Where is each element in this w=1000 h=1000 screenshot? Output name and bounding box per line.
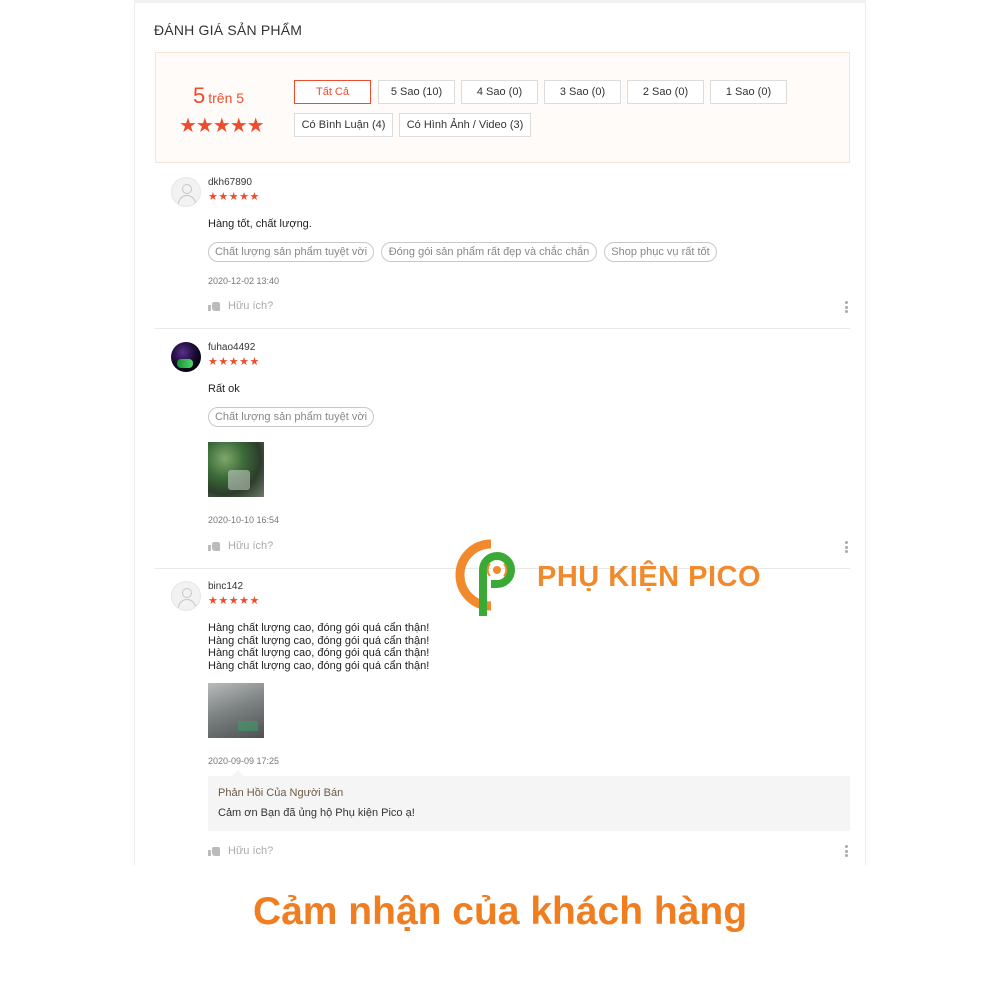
avatar	[171, 581, 201, 611]
helpful-button[interactable]: Hữu ích?	[208, 845, 273, 857]
review-tag: Chất lượng sản phẩm tuyệt vời	[208, 407, 374, 427]
helpful-button[interactable]: Hữu ích?	[208, 300, 273, 312]
review-comment-line: Hàng chất lượng cao, đóng gói quá cẩn th…	[208, 634, 430, 647]
review-time: 2020-10-10 16:54	[208, 515, 280, 525]
review-username: dkh67890	[208, 177, 252, 188]
review-comment-line: Hàng chất lượng cao, đóng gói quá cẩn th…	[208, 659, 430, 672]
filter-4-star[interactable]: 4 Sao (0)	[461, 80, 538, 104]
helpful-label: Hữu ích?	[228, 540, 274, 552]
filter-5-star[interactable]: 5 Sao (10)	[378, 80, 455, 104]
review-stars: ★★★★★	[208, 595, 260, 607]
thumbs-up-icon	[208, 301, 220, 311]
rating-overview: 5 trên 5 ★★★★★ Tất Cả 5 Sao (10) 4 Sao (0…	[155, 52, 850, 163]
top-divider	[135, 0, 865, 3]
score-suffix: trên 5	[208, 90, 245, 106]
review-tag: Chất lượng sản phẩm tuyệt vời	[208, 242, 374, 262]
caption: Cảm nhận của khách hàng	[252, 890, 748, 933]
review-username: fuhao4492	[208, 342, 256, 353]
brand-name: PHỤ KIỆN PICO	[537, 561, 762, 593]
filter-with-media[interactable]: Có Hình Ảnh / Video (3)	[399, 113, 531, 137]
review-tag: Shop phục vụ rất tốt	[604, 242, 717, 262]
more-options-icon[interactable]	[845, 845, 849, 857]
filter-with-comments[interactable]: Có Bình Luận (4)	[294, 113, 393, 137]
review-stars: ★★★★★	[208, 356, 260, 368]
score-stars: ★★★★★	[179, 115, 265, 137]
brand-watermark: PHỤ KIỆN PICO	[453, 538, 783, 620]
avatar	[171, 342, 201, 372]
helpful-label: Hữu ích?	[228, 300, 274, 312]
helpful-label: Hữu ích?	[228, 845, 274, 857]
reviews-panel: ĐÁNH GIÁ SẢN PHẨM 5 trên 5 ★★★★★ Tất Cả 5…	[134, 0, 866, 865]
review-comment-line: Hàng chất lượng cao, đóng gói quá cẩn th…	[208, 647, 430, 659]
seller-reply: Phản Hồi Của Người Bán Cảm ơn Bạn đã ủng…	[208, 770, 850, 831]
review-item: dkh67890 ★★★★★ Hàng tốt, chất lượng. Chấ…	[155, 177, 850, 329]
helpful-button[interactable]: Hữu ích?	[208, 540, 273, 552]
thumbs-up-icon	[208, 846, 220, 856]
more-options-icon[interactable]	[845, 541, 849, 553]
review-photo[interactable]	[208, 683, 264, 738]
review-photo[interactable]	[208, 442, 264, 497]
review-stars: ★★★★★	[208, 191, 260, 203]
seller-reply-body: Cảm ơn Bạn đã ủng hộ Phụ kiện Pico ạ!	[218, 807, 415, 819]
review-comment: Hàng tốt, chất lượng.	[208, 218, 312, 230]
score-value: 5	[193, 83, 206, 108]
review-item: binc142 ★★★★★ Hàng chất lượng cao, đóng …	[155, 581, 850, 865]
average-score: 5 trên 5	[193, 83, 244, 109]
avatar	[171, 177, 201, 207]
review-divider	[155, 328, 850, 329]
thumbs-up-icon	[208, 541, 220, 551]
filter-3-star[interactable]: 3 Sao (0)	[544, 80, 621, 104]
seller-reply-title: Phản Hồi Của Người Bán	[218, 787, 344, 799]
review-time: 2020-12-02 13:40	[208, 276, 280, 286]
filter-2-star[interactable]: 2 Sao (0)	[627, 80, 704, 104]
filter-1-star[interactable]: 1 Sao (0)	[710, 80, 787, 104]
review-time: 2020-09-09 17:25	[208, 756, 280, 766]
review-username: binc142	[208, 581, 244, 592]
review-comment-line: Hàng chất lượng cao, đóng gói quá cẩn th…	[208, 622, 430, 634]
review-item: fuhao4492 ★★★★★ Rất ok Chất lượng sản ph…	[155, 342, 850, 569]
review-tag: Đóng gói sản phẩm rất đẹp và chắc chắn	[381, 242, 597, 262]
review-comment: Rất ok	[208, 383, 240, 395]
filter-all[interactable]: Tất Cả	[294, 80, 371, 104]
brand-logo-icon	[455, 539, 515, 616]
section-title: ĐÁNH GIÁ SẢN PHẨM	[154, 22, 303, 38]
more-options-icon[interactable]	[845, 301, 849, 313]
